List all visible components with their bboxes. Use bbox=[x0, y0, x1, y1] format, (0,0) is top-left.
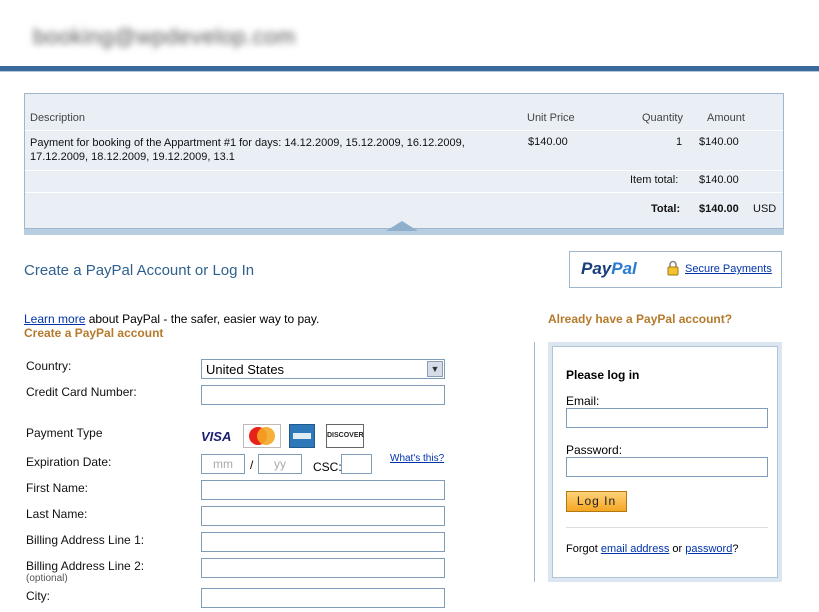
merchant-email: booking@wpdevelop.com bbox=[33, 24, 296, 49]
total-label: Total: bbox=[651, 203, 681, 215]
cart-row-divider bbox=[25, 192, 783, 193]
last-name-label: Last Name: bbox=[26, 507, 88, 521]
expiration-label: Expiration Date: bbox=[26, 455, 112, 469]
password-field[interactable] bbox=[566, 457, 768, 477]
login-panel-inner: Please log in Email: Password: Log In Fo… bbox=[552, 346, 778, 578]
csc-input[interactable] bbox=[341, 454, 372, 474]
address2-label: Billing Address Line 2: bbox=[26, 559, 145, 573]
item-total-label: Item total: bbox=[630, 174, 679, 186]
item-unit-price: $140.00 bbox=[528, 136, 568, 148]
login-panel: Please log in Email: Password: Log In Fo… bbox=[548, 342, 782, 582]
country-value: United States bbox=[206, 362, 285, 377]
logo-pal: Pal bbox=[611, 259, 637, 278]
page-title: Create a PayPal Account or Log In bbox=[24, 262, 255, 279]
paypal-logo: PayPal bbox=[581, 259, 637, 279]
item-total: $140.00 bbox=[699, 174, 739, 186]
forgot-or: or bbox=[669, 543, 686, 555]
learn-more-text: about PayPal - the safer, easier way to … bbox=[85, 312, 320, 326]
first-name-input[interactable] bbox=[201, 480, 445, 500]
cc-number-label: Credit Card Number: bbox=[26, 385, 137, 399]
address1-input[interactable] bbox=[201, 532, 445, 552]
cart-summary: Description Unit Price Quantity Amount P… bbox=[24, 93, 784, 229]
city-label: City: bbox=[26, 589, 50, 603]
first-name-label: First Name: bbox=[26, 481, 89, 495]
amex-icon bbox=[289, 424, 315, 448]
exp-year-input[interactable]: yy bbox=[258, 454, 302, 474]
login-divider bbox=[566, 527, 768, 528]
exp-month-input[interactable]: mm bbox=[201, 454, 245, 474]
forgot-q: ? bbox=[732, 543, 739, 555]
city-input[interactable] bbox=[201, 588, 445, 608]
discover-icon: DISCOVER bbox=[326, 424, 364, 448]
column-divider bbox=[534, 342, 535, 582]
col-quantity: Quantity bbox=[642, 112, 683, 124]
payment-type-label: Payment Type bbox=[26, 426, 103, 440]
email-label: Email: bbox=[566, 394, 600, 408]
currency: USD bbox=[753, 203, 777, 215]
header-divider-light bbox=[0, 71, 819, 72]
last-name-input[interactable] bbox=[201, 506, 445, 526]
item-quantity: 1 bbox=[676, 136, 683, 148]
password-label: Password: bbox=[566, 443, 623, 457]
email-field[interactable] bbox=[566, 408, 768, 428]
forgot-email-link[interactable]: email address bbox=[601, 543, 669, 555]
whats-this-link[interactable]: What's this? bbox=[390, 453, 444, 464]
create-account-heading: Create a PayPal account bbox=[24, 326, 164, 340]
login-button[interactable]: Log In bbox=[566, 491, 627, 512]
optional-hint: (optional) bbox=[26, 573, 68, 584]
cart-row-divider bbox=[25, 170, 783, 171]
address2-input[interactable] bbox=[201, 558, 445, 578]
csc-label: CSC: bbox=[313, 460, 342, 474]
forgot-password-link[interactable]: password bbox=[685, 543, 732, 555]
address1-label: Billing Address Line 1: bbox=[26, 533, 145, 547]
chevron-down-icon[interactable]: ▼ bbox=[427, 361, 443, 377]
already-have-account-heading: Already have a PayPal account? bbox=[548, 312, 733, 326]
cart-row-divider bbox=[25, 130, 783, 131]
country-select[interactable]: United States ▼ bbox=[201, 359, 445, 379]
visa-icon: VISA bbox=[201, 429, 232, 444]
item-amount: $140.00 bbox=[699, 136, 739, 148]
learn-more-line: Learn more about PayPal - the safer, eas… bbox=[24, 312, 319, 326]
logo-pay: Pay bbox=[581, 259, 612, 278]
col-description: Description bbox=[30, 112, 86, 124]
mastercard-icon bbox=[243, 424, 281, 448]
learn-more-link[interactable]: Learn more bbox=[24, 312, 85, 326]
total-amount: $140.00 bbox=[699, 203, 739, 215]
col-unit-price: Unit Price bbox=[527, 112, 575, 124]
exp-slash: / bbox=[250, 458, 254, 472]
item-description: Payment for booking of the Appartment #1… bbox=[30, 137, 465, 163]
login-title: Please log in bbox=[566, 368, 640, 382]
lock-icon bbox=[667, 260, 679, 276]
forgot-line: Forgot email address or password? bbox=[566, 543, 738, 555]
forgot-prefix: Forgot bbox=[566, 543, 601, 555]
collapse-arrow-icon[interactable] bbox=[386, 221, 418, 231]
secure-payments-link[interactable]: Secure Payments bbox=[685, 263, 772, 275]
country-label: Country: bbox=[26, 359, 72, 373]
paypal-badge: PayPal Secure Payments bbox=[569, 251, 782, 288]
col-amount: Amount bbox=[707, 112, 745, 124]
cc-number-input[interactable] bbox=[201, 385, 445, 405]
